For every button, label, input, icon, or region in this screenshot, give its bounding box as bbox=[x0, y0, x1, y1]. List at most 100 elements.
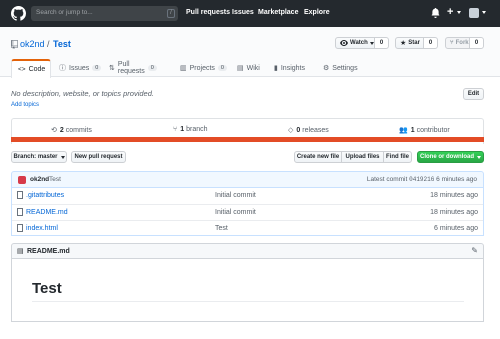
file-age: 18 minutes ago bbox=[430, 192, 478, 199]
tab-code[interactable]: <> Code bbox=[11, 59, 51, 78]
chevron-down-icon bbox=[457, 11, 461, 14]
clone-or-download-label: Clone or download bbox=[420, 154, 474, 160]
contributors-count: 1 bbox=[410, 126, 415, 134]
edit-label: Edit bbox=[467, 91, 480, 97]
watch-label: Watch bbox=[350, 40, 368, 46]
watch-count[interactable]: 0 bbox=[374, 37, 389, 49]
fork-count[interactable]: 0 bbox=[469, 37, 484, 49]
star-label: Star bbox=[408, 40, 420, 46]
find-file-label: Find file bbox=[386, 154, 409, 160]
nav-issues[interactable]: Issues bbox=[232, 9, 254, 16]
file-commit-message[interactable]: Initial commit bbox=[215, 192, 256, 199]
book-icon: ▤ bbox=[17, 248, 24, 255]
commits-count: 2 bbox=[59, 126, 64, 134]
nav-pull-requests[interactable]: Pull requests bbox=[186, 9, 230, 16]
table-row[interactable]: index.html Test 6 minutes ago bbox=[12, 220, 483, 236]
releases-link[interactable]: ◇ 0 releases bbox=[288, 126, 329, 135]
nav-marketplace[interactable]: Marketplace bbox=[258, 9, 298, 16]
tab-insights[interactable]: ▮ Insights bbox=[274, 59, 305, 77]
file-list: .gitattributes Initial commit 18 minutes… bbox=[11, 188, 484, 236]
global-header: Search or jump to... / Pull requests Iss… bbox=[0, 0, 500, 27]
contributors-link[interactable]: 👥 1 contributor bbox=[399, 126, 450, 135]
repo-description: No description, website, or topics provi… bbox=[11, 89, 154, 98]
find-file-button[interactable]: Find file bbox=[383, 151, 412, 163]
create-new-file-button[interactable]: Create new file bbox=[294, 151, 342, 163]
readme-body: Test bbox=[11, 258, 484, 322]
file-commit-message[interactable]: Initial commit bbox=[215, 209, 256, 216]
chevron-down-icon bbox=[482, 11, 486, 14]
branches-link[interactable]: ⑂ 1 branch bbox=[173, 126, 208, 133]
git-pull-request-icon: ⇅ bbox=[109, 65, 115, 72]
commit-author-link[interactable]: ok2nd bbox=[30, 176, 49, 183]
clone-or-download-button[interactable]: Clone or download bbox=[417, 151, 484, 163]
issue-opened-icon: ⓘ bbox=[59, 65, 66, 72]
file-age: 6 minutes ago bbox=[434, 225, 478, 232]
file-commit-message[interactable]: Test bbox=[215, 225, 228, 232]
tab-issues[interactable]: ⓘ Issues 0 bbox=[59, 59, 102, 77]
issues-counter: 0 bbox=[92, 65, 102, 71]
tab-wiki-label: Wiki bbox=[246, 64, 260, 72]
edit-button[interactable]: Edit bbox=[463, 88, 484, 100]
new-pull-request-button[interactable]: New pull request bbox=[71, 151, 126, 163]
github-logo-icon[interactable] bbox=[11, 6, 26, 21]
commits-label: commits bbox=[65, 126, 92, 134]
watch-button[interactable]: Watch bbox=[335, 37, 375, 49]
nav-explore[interactable]: Explore bbox=[304, 9, 330, 16]
releases-count: 0 bbox=[296, 126, 301, 134]
gear-icon: ⚙ bbox=[323, 65, 330, 72]
readme-heading: Test bbox=[32, 280, 62, 297]
fork-button[interactable]: ⑂ Fork bbox=[445, 37, 470, 49]
branch-count: 1 bbox=[180, 126, 185, 133]
book-icon: ▤ bbox=[237, 65, 244, 72]
file-icon bbox=[17, 191, 23, 199]
star-icon: ★ bbox=[400, 40, 407, 47]
file-name-link[interactable]: .gitattributes bbox=[26, 192, 64, 199]
new-pull-request-label: New pull request bbox=[74, 154, 123, 160]
create-new-menu-icon[interactable]: + bbox=[447, 6, 453, 18]
commit-sha-link[interactable]: 0419216 bbox=[409, 176, 434, 183]
tab-projects-label: Projects bbox=[189, 64, 215, 72]
file-age: 18 minutes ago bbox=[430, 209, 478, 216]
star-count[interactable]: 0 bbox=[423, 37, 438, 49]
readme-header: ▤ README.md ✎ bbox=[11, 243, 484, 259]
table-row[interactable]: README.md Initial commit 18 minutes ago bbox=[12, 204, 483, 220]
fork-icon: ⑂ bbox=[450, 40, 454, 46]
readme-filename: README.md bbox=[27, 248, 70, 255]
projects-counter: 0 bbox=[217, 65, 227, 71]
tag-icon: ◇ bbox=[288, 127, 294, 134]
path-separator: / bbox=[47, 39, 50, 49]
latest-commit-prefix: Latest commit bbox=[366, 176, 408, 183]
bell-icon[interactable] bbox=[431, 8, 440, 18]
language-bar[interactable] bbox=[11, 137, 484, 142]
upload-files-button[interactable]: Upload files bbox=[341, 151, 384, 163]
upload-files-label: Upload files bbox=[345, 154, 380, 160]
avatar[interactable] bbox=[18, 176, 26, 184]
commits-link[interactable]: ⟲ 2 commits bbox=[51, 126, 92, 135]
repo-owner-link[interactable]: ok2nd bbox=[20, 39, 45, 49]
branch-select-label: Branch: master bbox=[13, 154, 58, 160]
history-icon: ⟲ bbox=[51, 127, 57, 134]
tab-wiki[interactable]: ▤ Wiki bbox=[237, 59, 260, 77]
slash-shortcut-hint: / bbox=[167, 9, 175, 18]
pencil-icon[interactable]: ✎ bbox=[471, 246, 478, 255]
tab-pull-requests[interactable]: ⇅ Pull requests 0 bbox=[109, 59, 157, 77]
user-avatar[interactable] bbox=[469, 8, 479, 18]
commit-message-link[interactable]: Test bbox=[49, 176, 61, 183]
file-icon bbox=[17, 208, 23, 216]
add-topics-link[interactable]: Add topics bbox=[11, 102, 39, 108]
tab-code-label: Code bbox=[28, 66, 46, 73]
repo-icon bbox=[11, 40, 18, 49]
repo-name-link[interactable]: Test bbox=[53, 39, 71, 49]
file-name-link[interactable]: README.md bbox=[26, 209, 68, 216]
tab-settings[interactable]: ⚙ Settings bbox=[323, 59, 358, 77]
search-input[interactable]: Search or jump to... / bbox=[31, 6, 178, 21]
branch-select-button[interactable]: Branch: master bbox=[11, 151, 67, 163]
star-button[interactable]: ★ Star bbox=[395, 37, 424, 49]
tab-projects[interactable]: ▥ Projects 0 bbox=[180, 59, 227, 77]
code-icon: <> bbox=[18, 66, 26, 73]
tab-insights-label: Insights bbox=[280, 64, 305, 72]
table-row[interactable]: .gitattributes Initial commit 18 minutes… bbox=[12, 188, 483, 204]
file-name-link[interactable]: index.html bbox=[26, 225, 58, 232]
tab-issues-label: Issues bbox=[69, 64, 90, 72]
eye-icon bbox=[340, 40, 348, 46]
